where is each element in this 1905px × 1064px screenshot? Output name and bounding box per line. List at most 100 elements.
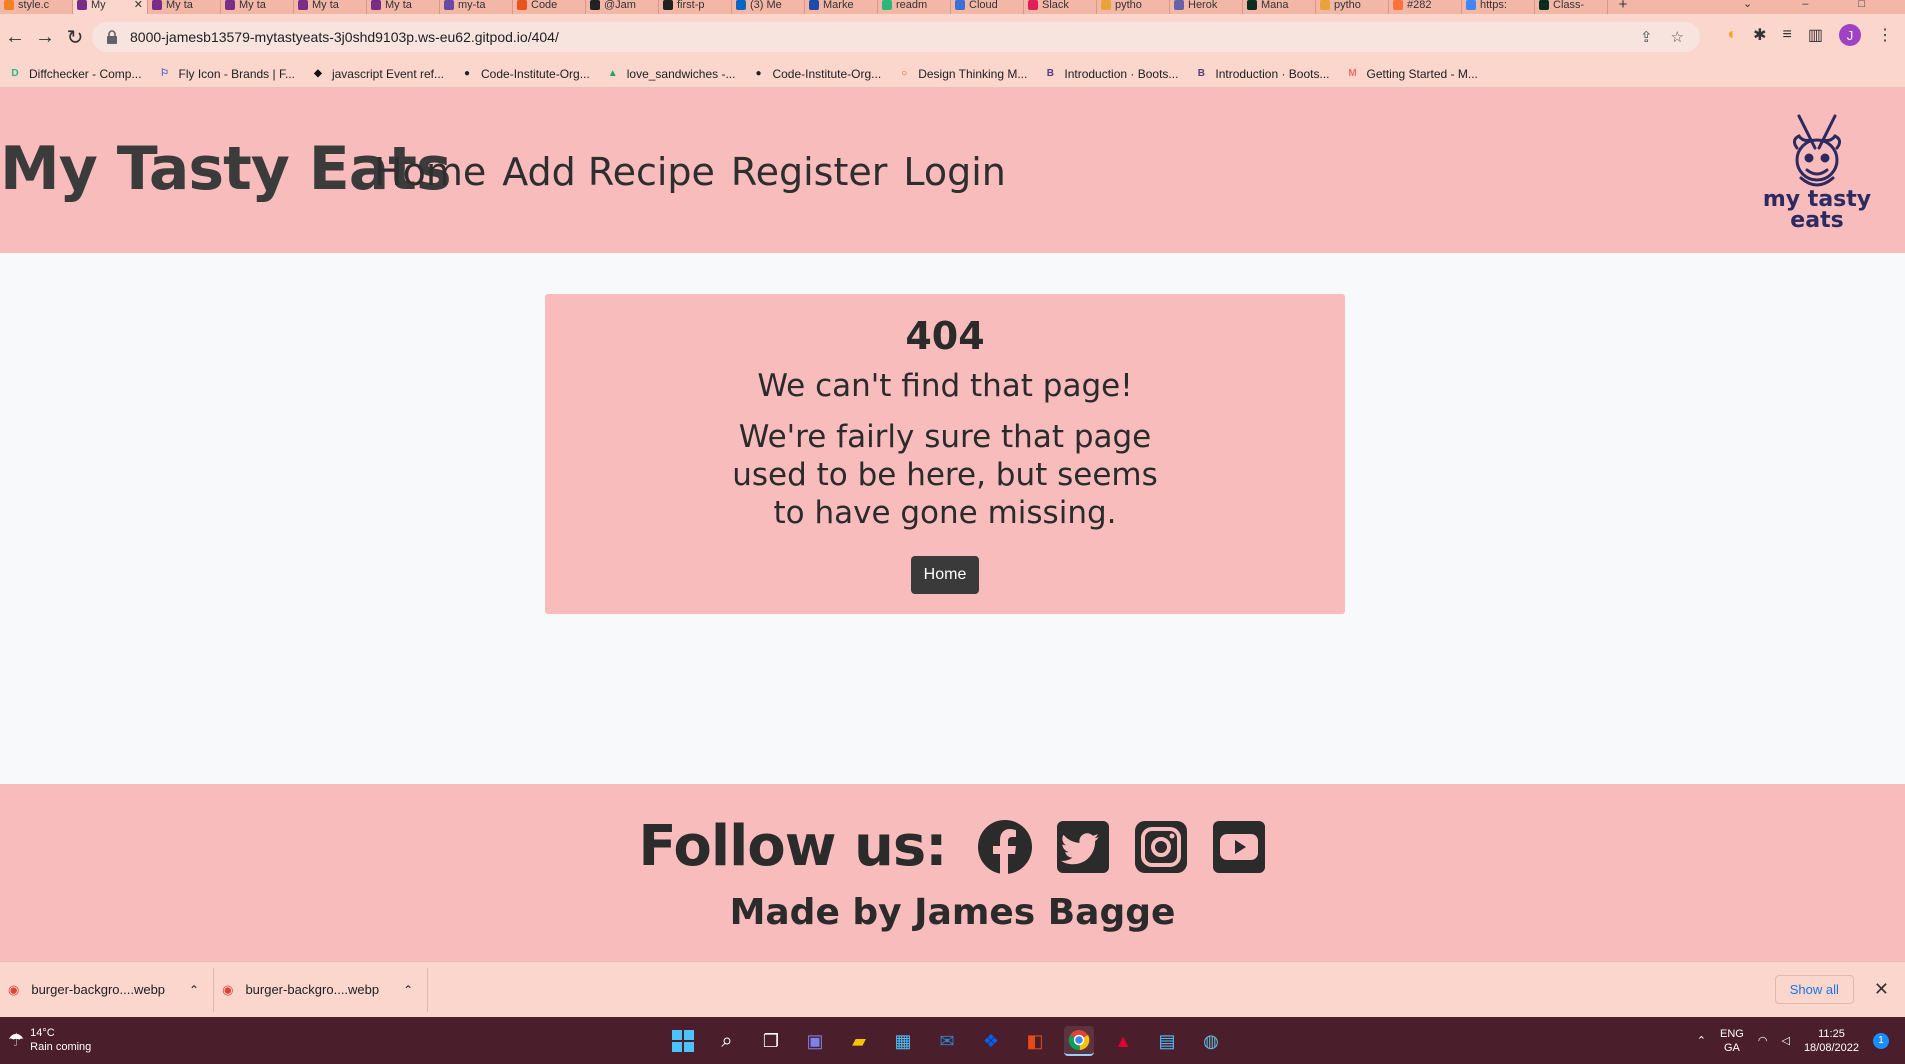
browser-tab[interactable]: (3) Me xyxy=(732,0,805,14)
browser-tab[interactable]: My ta xyxy=(367,0,440,14)
youtube-icon[interactable] xyxy=(1211,819,1267,875)
clock-date: 18/08/2022 xyxy=(1803,1042,1859,1054)
twitter-icon[interactable] xyxy=(1055,819,1111,875)
tab-favicon-icon xyxy=(444,0,454,10)
download-item[interactable]: ◉ burger-backgro....webp ⌃ xyxy=(0,967,215,1012)
browser-tab[interactable]: first-p xyxy=(659,0,732,14)
browser-tab[interactable]: My ✕ xyxy=(73,0,148,14)
dropbox-icon[interactable]: ❖ xyxy=(976,1026,1006,1056)
instagram-icon[interactable] xyxy=(1133,819,1189,875)
browser-tab[interactable]: pytho xyxy=(1097,0,1170,14)
tab-close-icon[interactable]: ✕ xyxy=(134,0,143,11)
wifi-icon[interactable]: ◠ xyxy=(1758,1034,1768,1048)
browser-tab[interactable]: my-ta xyxy=(440,0,513,14)
home-button[interactable]: Home xyxy=(910,556,980,594)
tab-title: My xyxy=(91,0,106,11)
profile-avatar[interactable]: J xyxy=(1839,24,1861,46)
tab-title: Marke xyxy=(823,0,854,11)
browser-tab[interactable]: Class- xyxy=(1535,0,1608,14)
bookmark-label: Fly Icon - Brands | F... xyxy=(178,66,295,81)
bookmark-item[interactable]: B Introduction · Boots... xyxy=(1186,67,1337,81)
teams-chat-icon[interactable]: ▣ xyxy=(800,1026,830,1056)
clock[interactable]: 11:25 18/08/2022 xyxy=(1804,1027,1859,1055)
bookmark-item[interactable]: D Diffchecker - Comp... xyxy=(0,67,149,81)
browser-tab[interactable]: Marke xyxy=(805,0,878,14)
browser-tab[interactable]: Code xyxy=(513,0,586,14)
browser-tab[interactable]: style.c xyxy=(0,0,73,14)
bookmark-label: Introduction · Boots... xyxy=(1064,66,1179,81)
browser-tab[interactable]: My ta xyxy=(148,0,221,14)
start-windows-icon[interactable] xyxy=(668,1026,698,1056)
bootstrap-icon: B xyxy=(1046,68,1054,79)
task-view-icon[interactable]: ❐ xyxy=(756,1026,786,1056)
nav-login-link[interactable]: Login xyxy=(903,150,1006,194)
browser-tab[interactable]: pytho xyxy=(1316,0,1389,14)
file-explorer-icon[interactable]: ▰ xyxy=(844,1026,874,1056)
side-panel-icon[interactable]: ▥ xyxy=(1808,25,1823,45)
minimize-icon[interactable]: – xyxy=(1802,0,1808,10)
share-icon[interactable]: ⇪ xyxy=(1640,28,1653,46)
bookmark-star-icon[interactable]: ☆ xyxy=(1671,28,1684,46)
back-arrow-icon[interactable]: ← xyxy=(0,22,30,52)
mail-icon[interactable]: ✉ xyxy=(932,1026,962,1056)
extensions-puzzle-icon[interactable]: ✱ xyxy=(1753,25,1766,45)
chevron-up-icon[interactable]: ⌃ xyxy=(403,983,413,997)
reading-list-icon[interactable]: ≡ xyxy=(1783,26,1792,44)
umbrella-icon: ☂ xyxy=(8,1030,25,1050)
reload-icon[interactable]: ↻ xyxy=(60,22,90,52)
nav-add-recipe-link[interactable]: Add Recipe xyxy=(502,150,715,194)
forward-arrow-icon[interactable]: → xyxy=(30,22,60,52)
new-tab-button[interactable]: + xyxy=(1608,0,1638,14)
office-icon[interactable]: ◧ xyxy=(1020,1026,1050,1056)
search-icon[interactable]: ⌕ xyxy=(712,1026,742,1056)
maximize-icon[interactable]: □ xyxy=(1858,0,1865,10)
browser-tab[interactable]: readm xyxy=(878,0,951,14)
facebook-icon[interactable] xyxy=(977,819,1033,875)
extension-orange-icon[interactable]: ◐ xyxy=(1727,26,1737,44)
notification-badge[interactable]: 1 xyxy=(1873,1033,1889,1049)
browser-menu-icon[interactable]: ⋮ xyxy=(1877,25,1893,45)
browser-tab[interactable]: My ta xyxy=(294,0,367,14)
download-filename: burger-backgro....webp xyxy=(245,982,380,997)
globe-app-icon[interactable]: ◍ xyxy=(1196,1026,1226,1056)
language-indicator[interactable]: ENG GA xyxy=(1720,1027,1744,1055)
bookmark-item[interactable]: M Getting Started - M... xyxy=(1337,67,1485,81)
volume-icon[interactable]: ◁ xyxy=(1781,1034,1789,1048)
close-icon[interactable]: ✕ xyxy=(1874,979,1889,1000)
browser-tab[interactable]: #282 xyxy=(1389,0,1462,14)
site-logo[interactable]: my tasty eats xyxy=(1757,108,1877,233)
nav-home-link[interactable]: Home xyxy=(374,150,486,194)
chrome-icon[interactable] xyxy=(1064,1026,1094,1056)
bookmark-item[interactable]: ● Code-Institute-Org... xyxy=(743,67,889,81)
download-item[interactable]: ◉ burger-backgro....webp ⌃ xyxy=(214,967,429,1012)
chevron-up-icon[interactable]: ⌃ xyxy=(1697,1034,1706,1048)
bookmark-item[interactable]: ▲ love_sandwiches -... xyxy=(598,67,744,81)
browser-tab[interactable]: https: xyxy=(1462,0,1535,14)
browser-tab[interactable]: Herok xyxy=(1170,0,1243,14)
browser-tab[interactable]: Mana xyxy=(1243,0,1316,14)
address-bar[interactable]: 8000-jamesb13579-mytastyeats-3j0shd9103p… xyxy=(92,22,1700,52)
tab-search-icon[interactable]: ⌄ xyxy=(1743,0,1752,10)
footer-credit: Made by James Bagge xyxy=(729,892,1176,933)
bookmark-item[interactable]: ○ Design Thinking M... xyxy=(889,67,1035,81)
show-all-downloads-button[interactable]: Show all xyxy=(1774,975,1854,1004)
browser-tab[interactable]: Cloud xyxy=(951,0,1024,14)
error-code: 404 xyxy=(905,314,985,358)
bookmark-item[interactable]: ◆ javascript Event ref... xyxy=(303,67,452,81)
tab-favicon-icon xyxy=(1174,0,1184,10)
notepad-icon[interactable]: ▤ xyxy=(1152,1026,1182,1056)
chevron-up-icon[interactable]: ⌃ xyxy=(189,983,199,997)
bookmark-item[interactable]: ● Code-Institute-Org... xyxy=(452,67,598,81)
browser-tab[interactable]: @Jam xyxy=(586,0,659,14)
bookmark-item[interactable]: ⚐ Fly Icon - Brands | F... xyxy=(149,67,302,81)
weather-widget[interactable]: ☂ 14°C Rain coming xyxy=(8,1026,91,1054)
tab-favicon-icon xyxy=(4,0,14,10)
browser-tab[interactable]: My ta xyxy=(221,0,294,14)
nav-register-link[interactable]: Register xyxy=(731,150,887,194)
store-icon[interactable]: ▦ xyxy=(888,1026,918,1056)
weather-status: Rain coming xyxy=(30,1041,92,1053)
angular-icon[interactable]: ▲ xyxy=(1108,1026,1138,1056)
error-card: 404 We can't find that page! We're fairl… xyxy=(545,294,1345,614)
browser-tab[interactable]: Slack xyxy=(1024,0,1097,14)
bookmark-item[interactable]: B Introduction · Boots... xyxy=(1035,67,1186,81)
